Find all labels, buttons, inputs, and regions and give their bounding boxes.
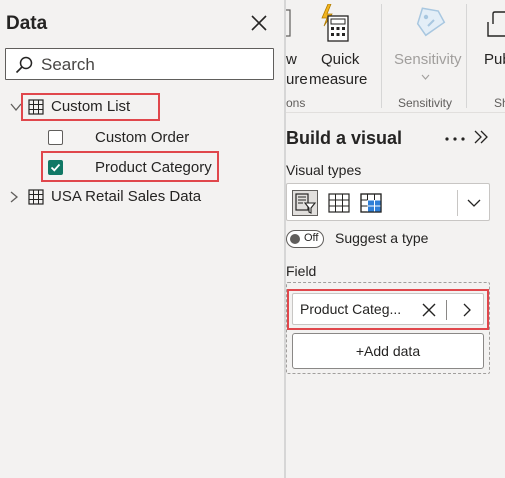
field-checkbox-checked[interactable] [48, 160, 63, 175]
partial-button-label[interactable]: w [286, 51, 297, 68]
search-icon [15, 56, 33, 74]
table-usa-retail-sales-data[interactable]: USA Retail Sales Data [0, 184, 280, 210]
visual-types-separator [457, 190, 458, 216]
quick-measure-button-label[interactable]: Quick [321, 51, 359, 68]
publish-icon[interactable] [484, 10, 505, 40]
partial-button-label[interactable]: ure [286, 71, 308, 88]
quick-measure-button-label[interactable]: measure [309, 71, 367, 88]
table-label: USA Retail Sales Data [51, 188, 202, 205]
more-options-icon[interactable] [444, 136, 466, 142]
table-visual-icon[interactable] [326, 190, 352, 216]
build-visual-pane: Build a visual Visual types Off Suggest … [286, 113, 505, 478]
matrix-visual-icon[interactable] [358, 190, 384, 216]
close-icon[interactable] [421, 302, 437, 318]
checkmark-icon [50, 163, 61, 172]
toggle-knob [290, 234, 300, 244]
field-checkbox[interactable] [48, 130, 63, 145]
chevron-double-right-icon[interactable] [473, 129, 489, 145]
ribbon-separator [381, 4, 382, 108]
field-pill-label: Product Categ... [300, 301, 402, 317]
search-box[interactable] [5, 48, 274, 80]
field-label: Product Category [95, 159, 212, 176]
field-label: Custom Order [95, 129, 190, 146]
visual-types-selector[interactable] [286, 183, 490, 221]
sensitivity-button-label[interactable]: Sensitivity [394, 51, 462, 68]
suggest-type-label: Suggest a type [335, 230, 429, 246]
table-icon [28, 189, 44, 205]
table-icon [28, 99, 44, 115]
ribbon-group-label: Sh [494, 96, 505, 110]
visual-types-label: Visual types [286, 162, 362, 178]
chevron-down-icon[interactable] [10, 101, 22, 113]
build-visual-title: Build a visual [286, 128, 403, 148]
search-input[interactable] [41, 53, 261, 77]
add-data-button[interactable]: +Add data [292, 333, 484, 369]
pill-separator [446, 300, 447, 320]
chevron-right-icon[interactable] [460, 303, 474, 317]
table-custom-list[interactable]: Custom List [0, 94, 280, 120]
field-product-category[interactable]: Product Category [0, 154, 280, 180]
quick-measure-icon[interactable] [319, 4, 351, 42]
chevron-right-icon[interactable] [8, 191, 20, 203]
ribbon: w ure ons Quick measure Sensitivity Sens… [286, 0, 505, 113]
toggle-state-label: Off [304, 232, 319, 244]
ribbon-group-label: Sensitivity [398, 96, 453, 110]
sensitivity-icon[interactable] [414, 6, 448, 40]
chevron-down-icon[interactable] [467, 196, 481, 210]
table-label: Custom List [51, 98, 131, 115]
ribbon-group-label: ons [286, 96, 306, 110]
close-icon[interactable] [250, 14, 268, 32]
ribbon-separator [466, 4, 467, 108]
suggest-type-toggle[interactable]: Off [286, 230, 324, 248]
field-pill[interactable]: Product Categ... [292, 293, 484, 325]
field-custom-order[interactable]: Custom Order [0, 124, 280, 150]
data-pane: Data Custom List Custom Order Pr [0, 0, 284, 478]
publish-button-label[interactable]: Pub [484, 51, 505, 68]
slicer-visual-icon[interactable] [292, 190, 318, 216]
data-pane-title: Data [6, 13, 48, 34]
partial-icon [286, 9, 291, 37]
field-section-label: Field [286, 263, 317, 279]
chevron-down-icon[interactable] [421, 74, 430, 80]
